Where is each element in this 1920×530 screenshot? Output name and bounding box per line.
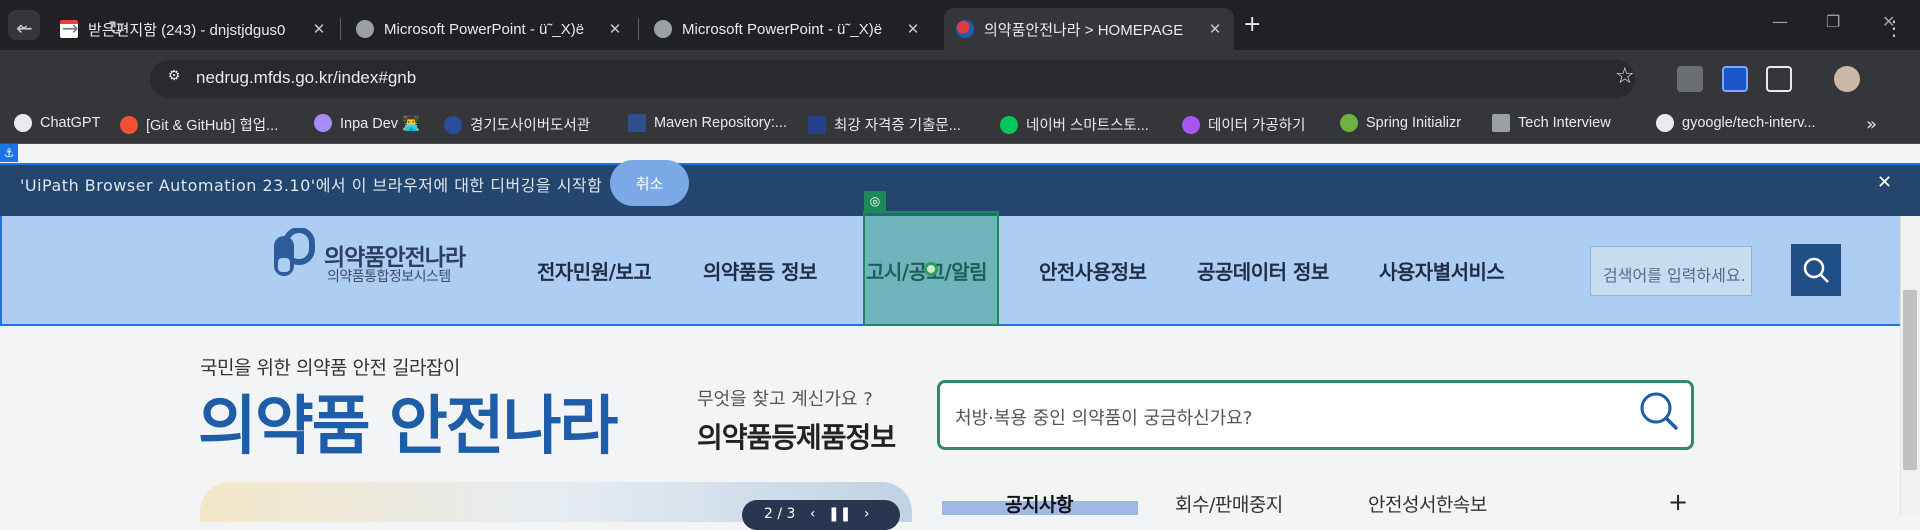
bookmark-star-icon[interactable]: ☆: [1615, 64, 1635, 89]
scrollbar-thumb[interactable]: [1903, 290, 1917, 470]
bookmark-item[interactable]: gyoogle/tech-interv...: [1656, 114, 1816, 132]
tab-recall[interactable]: 회수/판매중지: [1175, 490, 1283, 517]
back-icon[interactable]: ←: [16, 16, 33, 40]
tech-icon: [1492, 114, 1510, 132]
bookmark-label: Tech Interview: [1518, 115, 1611, 131]
bookmark-label: 네이버 스마트스토...: [1026, 118, 1149, 134]
tab-powerpoint-2[interactable]: Microsoft PowerPoint - ü˜_X)ё ✕: [642, 8, 932, 50]
bookmark-item[interactable]: [Git & GitHub] 협업...: [120, 114, 278, 135]
github-icon: [1656, 114, 1674, 132]
bookmark-item[interactable]: Spring Initializr: [1340, 114, 1461, 132]
bookmark-label: ChatGPT: [40, 115, 101, 131]
bookmark-item[interactable]: ChatGPT: [14, 114, 100, 132]
more-news-icon[interactable]: +: [1668, 488, 1688, 516]
git-icon: [120, 115, 138, 134]
library-icon: [444, 115, 462, 134]
git-extension-icon[interactable]: [1677, 66, 1703, 92]
bookmark-item[interactable]: 최강 자격증 기출문...: [808, 114, 961, 135]
cancel-debug-button[interactable]: 취소: [610, 160, 689, 206]
url-text[interactable]: nedrug.mfds.go.kr/index#gnb: [196, 68, 416, 88]
search-prompt: 무엇을 찾고 계신가요 ?: [697, 389, 873, 410]
spring-icon: [1340, 114, 1358, 132]
gnb-item-user-service[interactable]: 사용자별서비스: [1379, 256, 1505, 285]
forward-icon[interactable]: →: [62, 16, 79, 40]
prev-icon[interactable]: ‹: [810, 506, 816, 522]
maven-icon: [628, 114, 646, 132]
tab-powerpoint-1[interactable]: Microsoft PowerPoint - ü˜_X)ё ✕: [344, 8, 634, 50]
more-bookmarks-icon[interactable]: »: [1866, 114, 1877, 135]
header-search-button[interactable]: [1791, 244, 1841, 296]
naver-icon: [1000, 115, 1018, 134]
bookmark-item[interactable]: 경기도사이버도서관: [444, 114, 590, 135]
cursor-indicator: [924, 262, 938, 276]
bookmark-label: 최강 자격증 기출문...: [834, 118, 961, 134]
bookmark-item[interactable]: Maven Repository:...: [628, 114, 787, 132]
extensions-puzzle-icon[interactable]: [1766, 66, 1792, 92]
bookmark-label: Spring Initializr: [1366, 115, 1462, 131]
tab-title: 의약품안전나라 > HOMEPAGE: [984, 21, 1184, 39]
bookmark-item[interactable]: 네이버 스마트스토...: [1000, 114, 1149, 135]
main-search-placeholder: 처방·복용 중인 의약품이 궁금하신가요?: [955, 408, 1253, 429]
bookmark-label: 데이터 가공하기: [1208, 118, 1306, 134]
tab-safety-letter[interactable]: 안전성서한속보: [1368, 490, 1487, 517]
search-section-title: 의약품등제품정보: [697, 421, 896, 454]
gsc-icon: [808, 115, 826, 134]
tab-nedrug[interactable]: 의약품안전나라 > HOMEPAGE ✕: [944, 8, 1234, 50]
tab-divider: [638, 18, 639, 40]
debug-message: 'UiPath Browser Automation 23.10'에서 이 브라…: [20, 176, 603, 195]
bookmark-label: 경기도사이버도서관: [470, 118, 591, 134]
page-title: 의약품 안전나라: [198, 390, 618, 464]
bookmark-item[interactable]: Tech Interview: [1492, 114, 1611, 132]
tab-notice[interactable]: 공지사항: [1005, 490, 1073, 517]
heart-icon: [1182, 115, 1200, 134]
bookmark-label: Maven Repository:...: [654, 115, 787, 131]
close-icon[interactable]: ✕: [902, 20, 924, 38]
banner-counter: 2 / 3: [764, 506, 796, 522]
bookmark-item[interactable]: Inpa Dev 👨‍💻: [314, 114, 420, 132]
restore-icon[interactable]: ❐: [1826, 12, 1840, 31]
gnb-item-safety[interactable]: 안전사용정보: [1039, 256, 1147, 285]
mfds-icon: [956, 20, 974, 38]
next-icon[interactable]: ›: [864, 506, 870, 522]
bookmark-label: [Git & GitHub] 협업...: [146, 118, 279, 134]
close-icon[interactable]: ✕: [1877, 172, 1892, 193]
banner-controls[interactable]: 2 / 3 ‹ ❚❚ ›: [742, 500, 900, 530]
uipath-extension-icon[interactable]: [1722, 66, 1748, 92]
close-icon[interactable]: ✕: [604, 20, 626, 38]
new-tab-icon[interactable]: +: [1243, 12, 1261, 37]
tab-gmail[interactable]: 받은편지함 (243) - dnjstjdgus0 ✕: [48, 8, 338, 50]
profile-avatar[interactable]: [1834, 66, 1860, 92]
globe-icon: [654, 20, 672, 38]
logo-subtitle: 의약품통합정보시스템: [327, 269, 451, 285]
anchor-icon: ⚓: [0, 144, 18, 162]
bookmark-label: Inpa Dev 👨‍💻: [340, 115, 421, 132]
gnb-item-public-data[interactable]: 공공데이터 정보: [1197, 256, 1329, 285]
tab-divider: [340, 18, 341, 40]
tab-title: Microsoft PowerPoint - ü˜_X)ё: [384, 20, 585, 38]
close-icon[interactable]: ✕: [1204, 20, 1226, 38]
search-icon[interactable]: [1638, 390, 1680, 432]
close-icon[interactable]: ✕: [308, 20, 330, 38]
bookmark-label: gyoogle/tech-interv...: [1682, 115, 1816, 131]
bookmark-item[interactable]: 데이터 가공하기: [1182, 114, 1305, 135]
chatgpt-icon: [14, 114, 32, 132]
gnb-item-drug-info[interactable]: 의약품등 정보: [703, 256, 817, 285]
globe-icon: [356, 20, 374, 38]
minimize-icon[interactable]: —: [1772, 12, 1788, 31]
tab-title: Microsoft PowerPoint - ü˜_X)ё: [682, 20, 883, 38]
header-search-placeholder: 검색어를 입력하세요.: [1603, 266, 1746, 285]
gnb-item-civil[interactable]: 전자민원/보고: [537, 256, 652, 285]
nedrug-logo-icon[interactable]: [272, 228, 316, 284]
pause-icon[interactable]: ❚❚: [828, 506, 851, 522]
inpa-icon: [314, 114, 332, 132]
target-icon: ◎: [864, 191, 886, 211]
menu-kebab-icon[interactable]: ⋮: [1884, 16, 1904, 40]
site-info-icon[interactable]: ⚙: [162, 68, 186, 90]
reload-icon[interactable]: ↻: [108, 16, 125, 40]
search-icon: [1803, 257, 1829, 283]
